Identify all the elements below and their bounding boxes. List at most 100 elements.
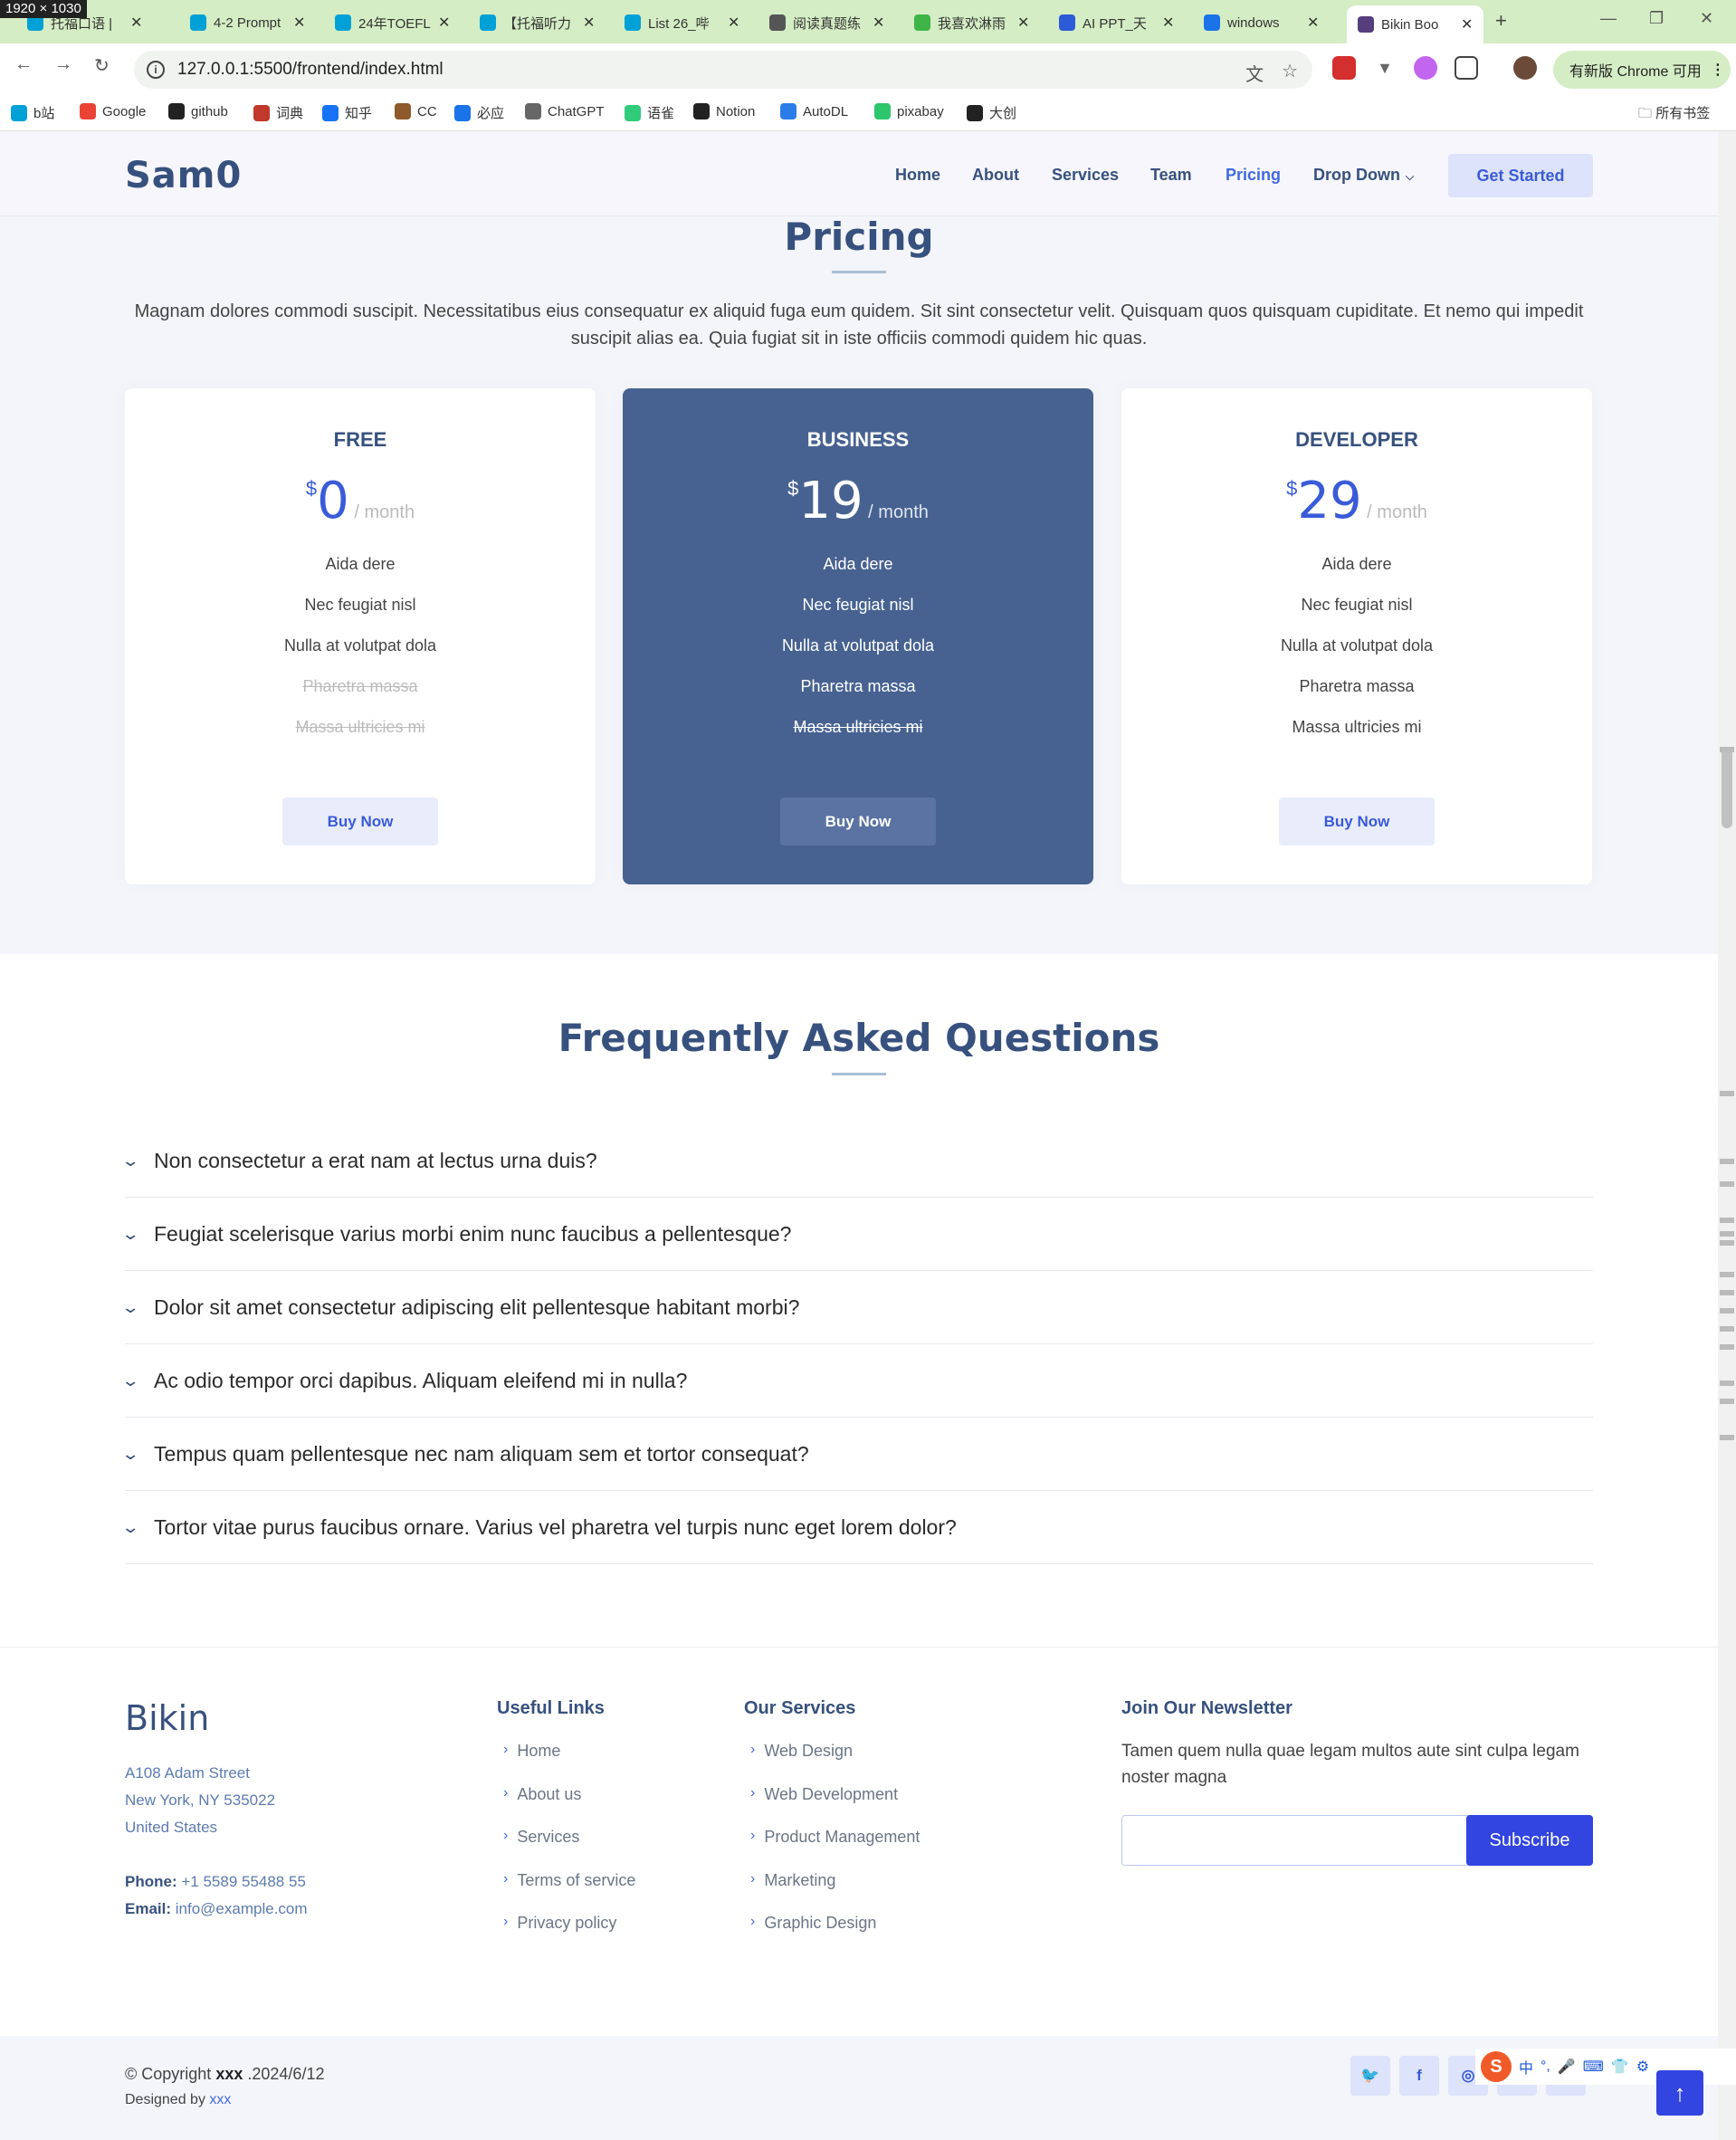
bookmark-item[interactable]: 知乎 [322, 103, 372, 122]
browser-tab[interactable]: AI PPT_天 ✕ [1059, 7, 1174, 38]
sogou-ime-icon[interactable]: S [1481, 2051, 1512, 2082]
tab-close-icon[interactable]: ✕ [728, 14, 739, 32]
close-window-icon[interactable]: ✕ [1700, 9, 1713, 28]
browser-tab[interactable]: 4-2 Prompt ✕ [190, 7, 305, 38]
nav-services[interactable]: Services [1052, 166, 1119, 185]
more-menu-icon[interactable]: ⋮ [1711, 61, 1725, 79]
facebook-icon[interactable]: f [1399, 2056, 1439, 2096]
tab-close-icon[interactable]: ✕ [583, 14, 595, 32]
bookmark-item[interactable]: ChatGPT [525, 103, 605, 119]
tab-close-icon[interactable]: ✕ [438, 14, 450, 32]
browser-tab[interactable]: 阅读真题练 ✕ [769, 7, 884, 38]
site-logo[interactable]: Sam0 [125, 155, 242, 196]
faq-item[interactable]: ⌄ Tempus quam pellentesque nec nam aliqua… [121, 1418, 1593, 1491]
footer-link[interactable]: › Terms of service [503, 1871, 635, 1915]
bookmark-item[interactable]: 语雀 [625, 103, 674, 122]
ime-lang[interactable]: 中 [1519, 2056, 1533, 2078]
scrollbar-marker [1720, 1308, 1734, 1314]
bookmark-item[interactable]: Notion [693, 103, 755, 119]
bookmark-item[interactable]: pixabay [874, 103, 944, 119]
faq-item[interactable]: ⌄ Feugiat scelerisque varius morbi enim n… [121, 1198, 1593, 1271]
address-bar[interactable]: i 127.0.0.1:5500/frontend/index.html ⽂ ☆ [134, 51, 1312, 89]
bookmark-item[interactable]: github [168, 103, 228, 119]
forward-icon[interactable]: → [54, 54, 72, 75]
buy-now-button[interactable]: Buy Now [1279, 798, 1435, 845]
tab-close-icon[interactable]: ✕ [1307, 14, 1319, 32]
url-text[interactable]: 127.0.0.1:5500/frontend/index.html [177, 60, 444, 80]
nav-dropdown[interactable]: Drop Down ⌵ [1313, 166, 1414, 185]
subscribe-button[interactable]: Subscribe [1466, 1815, 1593, 1866]
footer-link[interactable]: › Web Development [750, 1785, 920, 1829]
scrollbar-thumb[interactable] [1722, 747, 1732, 828]
chevron-down-icon: ⌄ [120, 1371, 140, 1390]
tab-close-icon[interactable]: ✕ [293, 14, 305, 32]
minimize-icon[interactable]: — [1600, 9, 1617, 28]
faq-item[interactable]: ⌄ Non consectetur a erat nam at lectus ur… [121, 1124, 1593, 1198]
nav-pricing[interactable]: Pricing [1226, 166, 1281, 185]
footer-link[interactable]: › Home [503, 1742, 635, 1785]
newsletter-email-input[interactable] [1122, 1816, 1466, 1865]
footer-link[interactable]: › Graphic Design [750, 1914, 920, 1957]
translate-icon[interactable]: ⽂ [1245, 60, 1264, 86]
footer-link[interactable]: › Services [503, 1828, 635, 1871]
tab-close-icon[interactable]: ✕ [1017, 14, 1029, 32]
faq-item[interactable]: ⌄ Dolor sit amet consectetur adipiscing e… [121, 1271, 1593, 1344]
buy-now-button[interactable]: Buy Now [780, 798, 936, 845]
punctuation-icon[interactable]: °, [1540, 2059, 1550, 2075]
pricing-title-underline [832, 271, 886, 273]
tab-close-icon[interactable]: ✕ [873, 14, 884, 32]
all-bookmarks[interactable]: 🗀 所有书签 [1638, 103, 1710, 127]
settings-icon[interactable]: ⚙ [1636, 2058, 1649, 2076]
email-address[interactable]: info@example.com [176, 1900, 308, 1917]
get-started-button[interactable]: Get Started [1448, 154, 1593, 197]
bookmark-item[interactable]: CC [395, 103, 437, 119]
skin-icon[interactable]: 👕 [1611, 2058, 1629, 2076]
footer-link[interactable]: › Web Design [750, 1742, 920, 1785]
nav-team[interactable]: Team [1150, 166, 1192, 185]
chevron-down-icon: ⌄ [120, 1444, 140, 1463]
restore-icon[interactable]: ❐ [1649, 9, 1664, 28]
browser-tab[interactable]: windows ✕ [1204, 7, 1319, 38]
extensions-puzzle-icon[interactable] [1455, 56, 1478, 80]
faq-item[interactable]: ⌄ Tortor vitae purus faucibus ornare. Var… [121, 1491, 1593, 1564]
tab-close-icon[interactable]: ✕ [1461, 15, 1473, 33]
bookmark-item[interactable]: 必应 [454, 103, 504, 122]
bookmark-item[interactable]: b站 [11, 103, 54, 122]
buy-now-button[interactable]: Buy Now [282, 798, 438, 845]
new-tab-button[interactable]: + [1495, 9, 1507, 33]
designer-link[interactable]: xxx [209, 2092, 231, 2107]
ai-extension-icon[interactable] [1414, 56, 1437, 80]
browser-tab[interactable]: 24年TOEFL ✕ [335, 7, 450, 38]
phone-number[interactable]: +1 5589 55488 55 [181, 1873, 306, 1890]
reload-icon[interactable]: ↻ [94, 54, 110, 77]
bookmark-star-icon[interactable]: ☆ [1282, 60, 1298, 86]
footer-link[interactable]: › About us [503, 1785, 635, 1829]
browser-tab[interactable]: List 26_哔 ✕ [625, 7, 739, 38]
faq-item[interactable]: ⌄ Ac odio tempor orci dapibus. Aliquam el… [121, 1344, 1593, 1418]
bookmark-item[interactable]: 词典 [253, 103, 303, 122]
bookmark-item[interactable]: Google [80, 103, 146, 119]
tab-close-icon[interactable]: ✕ [130, 14, 142, 32]
bookmark-item[interactable]: 大创 [967, 103, 1016, 122]
vue-devtools-icon[interactable]: ▼ [1373, 56, 1397, 80]
browser-tab[interactable]: 我喜欢淋雨 ✕ [914, 7, 1029, 38]
profile-avatar[interactable] [1513, 56, 1537, 80]
nav-about[interactable]: About [972, 166, 1019, 185]
tab-close-icon[interactable]: ✕ [1162, 14, 1174, 32]
browser-tab[interactable]: 【托福听力 ✕ [480, 7, 595, 38]
keyboard-icon[interactable]: ⌨ [1583, 2058, 1604, 2076]
chrome-update-button[interactable]: 有新版 Chrome 可用 ⋮ [1553, 51, 1731, 89]
footer-link[interactable]: › Privacy policy [503, 1914, 635, 1957]
bookmark-item[interactable]: AutoDL [780, 103, 848, 119]
back-to-top-button[interactable]: ↑ [1656, 2070, 1703, 2116]
microphone-icon[interactable]: 🎤 [1558, 2058, 1576, 2076]
nav-home[interactable]: Home [895, 166, 940, 185]
footer-link[interactable]: › Marketing [750, 1871, 920, 1915]
back-icon[interactable]: ← [14, 54, 33, 75]
footer-link[interactable]: › Product Management [750, 1828, 920, 1871]
page-scrollbar[interactable] [1718, 131, 1736, 2140]
site-info-icon[interactable]: i [147, 61, 165, 79]
twitter-icon[interactable]: 🐦 [1350, 2056, 1390, 2096]
browser-tab[interactable]: Bikin Boo ✕ [1347, 5, 1484, 43]
pdf-extension-icon[interactable] [1332, 56, 1356, 80]
